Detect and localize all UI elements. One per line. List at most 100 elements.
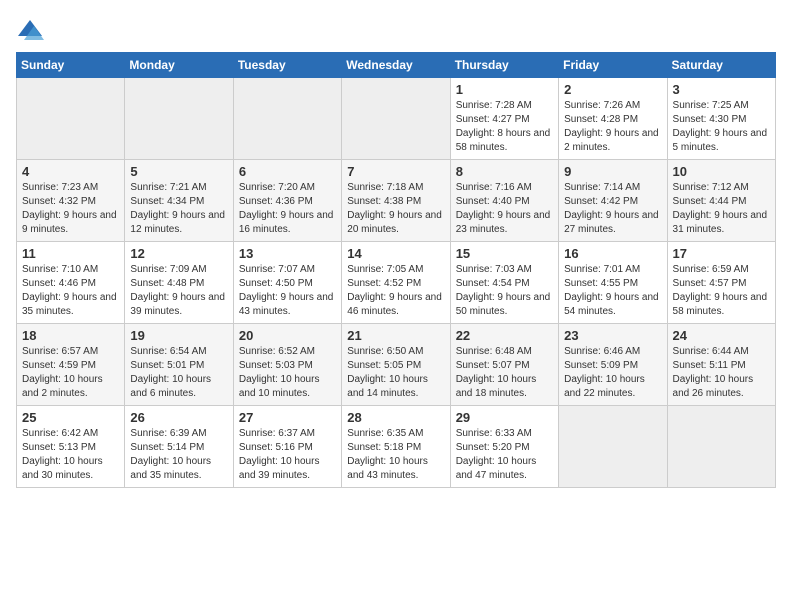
calendar-cell: 23 Sunrise: 6:46 AM Sunset: 5:09 PM Dayli… — [559, 324, 667, 406]
day-number: 17 — [673, 246, 770, 261]
calendar-week-row: 18 Sunrise: 6:57 AM Sunset: 4:59 PM Dayli… — [17, 324, 776, 406]
calendar-cell: 15 Sunrise: 7:03 AM Sunset: 4:54 PM Dayli… — [450, 242, 558, 324]
day-number: 6 — [239, 164, 336, 179]
calendar-cell: 25 Sunrise: 6:42 AM Sunset: 5:13 PM Dayli… — [17, 406, 125, 488]
calendar-week-row: 11 Sunrise: 7:10 AM Sunset: 4:46 PM Dayli… — [17, 242, 776, 324]
calendar-cell — [559, 406, 667, 488]
cell-info: Sunrise: 7:03 AM Sunset: 4:54 PM Dayligh… — [456, 263, 553, 319]
calendar-cell: 5 Sunrise: 7:21 AM Sunset: 4:34 PM Daylig… — [125, 160, 233, 242]
calendar-cell — [667, 406, 775, 488]
day-number: 15 — [456, 246, 553, 261]
calendar-cell — [342, 78, 450, 160]
calendar-cell: 16 Sunrise: 7:01 AM Sunset: 4:55 PM Dayli… — [559, 242, 667, 324]
calendar-table: SundayMondayTuesdayWednesdayThursdayFrid… — [16, 52, 776, 488]
cell-info: Sunrise: 6:33 AM Sunset: 5:20 PM Dayligh… — [456, 427, 553, 483]
cell-info: Sunrise: 7:09 AM Sunset: 4:48 PM Dayligh… — [130, 263, 227, 319]
calendar-body: 1 Sunrise: 7:28 AM Sunset: 4:27 PM Daylig… — [17, 78, 776, 488]
day-number: 26 — [130, 410, 227, 425]
day-number: 4 — [22, 164, 119, 179]
calendar-cell: 9 Sunrise: 7:14 AM Sunset: 4:42 PM Daylig… — [559, 160, 667, 242]
cell-info: Sunrise: 6:42 AM Sunset: 5:13 PM Dayligh… — [22, 427, 119, 483]
calendar-cell: 28 Sunrise: 6:35 AM Sunset: 5:18 PM Dayli… — [342, 406, 450, 488]
calendar-day-header: Thursday — [450, 53, 558, 78]
cell-info: Sunrise: 7:18 AM Sunset: 4:38 PM Dayligh… — [347, 181, 444, 237]
day-number: 3 — [673, 82, 770, 97]
cell-info: Sunrise: 7:23 AM Sunset: 4:32 PM Dayligh… — [22, 181, 119, 237]
cell-info: Sunrise: 6:59 AM Sunset: 4:57 PM Dayligh… — [673, 263, 770, 319]
calendar-cell: 7 Sunrise: 7:18 AM Sunset: 4:38 PM Daylig… — [342, 160, 450, 242]
cell-info: Sunrise: 7:26 AM Sunset: 4:28 PM Dayligh… — [564, 99, 661, 155]
logo-icon — [16, 16, 44, 44]
day-number: 5 — [130, 164, 227, 179]
day-number: 11 — [22, 246, 119, 261]
day-number: 20 — [239, 328, 336, 343]
calendar-cell — [125, 78, 233, 160]
cell-info: Sunrise: 7:20 AM Sunset: 4:36 PM Dayligh… — [239, 181, 336, 237]
calendar-cell — [17, 78, 125, 160]
calendar-cell: 2 Sunrise: 7:26 AM Sunset: 4:28 PM Daylig… — [559, 78, 667, 160]
cell-info: Sunrise: 6:52 AM Sunset: 5:03 PM Dayligh… — [239, 345, 336, 401]
day-number: 28 — [347, 410, 444, 425]
cell-info: Sunrise: 7:12 AM Sunset: 4:44 PM Dayligh… — [673, 181, 770, 237]
day-number: 9 — [564, 164, 661, 179]
calendar-header-row: SundayMondayTuesdayWednesdayThursdayFrid… — [17, 53, 776, 78]
calendar-cell: 10 Sunrise: 7:12 AM Sunset: 4:44 PM Dayli… — [667, 160, 775, 242]
cell-info: Sunrise: 7:10 AM Sunset: 4:46 PM Dayligh… — [22, 263, 119, 319]
calendar-week-row: 4 Sunrise: 7:23 AM Sunset: 4:32 PM Daylig… — [17, 160, 776, 242]
day-number: 29 — [456, 410, 553, 425]
calendar-cell: 19 Sunrise: 6:54 AM Sunset: 5:01 PM Dayli… — [125, 324, 233, 406]
day-number: 10 — [673, 164, 770, 179]
day-number: 16 — [564, 246, 661, 261]
cell-info: Sunrise: 7:14 AM Sunset: 4:42 PM Dayligh… — [564, 181, 661, 237]
day-number: 12 — [130, 246, 227, 261]
day-number: 2 — [564, 82, 661, 97]
cell-info: Sunrise: 6:50 AM Sunset: 5:05 PM Dayligh… — [347, 345, 444, 401]
calendar-cell: 1 Sunrise: 7:28 AM Sunset: 4:27 PM Daylig… — [450, 78, 558, 160]
cell-info: Sunrise: 7:16 AM Sunset: 4:40 PM Dayligh… — [456, 181, 553, 237]
cell-info: Sunrise: 7:28 AM Sunset: 4:27 PM Dayligh… — [456, 99, 553, 155]
calendar-cell: 20 Sunrise: 6:52 AM Sunset: 5:03 PM Dayli… — [233, 324, 341, 406]
calendar-cell: 22Sunrise: 6:48 AM Sunset: 5:07 PM Dayli… — [450, 324, 558, 406]
calendar-day-header: Sunday — [17, 53, 125, 78]
calendar-cell: 21 Sunrise: 6:50 AM Sunset: 5:05 PM Dayli… — [342, 324, 450, 406]
cell-info: Sunrise: 6:48 AM Sunset: 5:07 PM Dayligh… — [456, 345, 553, 401]
calendar-cell: 8 Sunrise: 7:16 AM Sunset: 4:40 PM Daylig… — [450, 160, 558, 242]
cell-info: Sunrise: 6:39 AM Sunset: 5:14 PM Dayligh… — [130, 427, 227, 483]
cell-info: Sunrise: 6:44 AM Sunset: 5:11 PM Dayligh… — [673, 345, 770, 401]
calendar-cell: 11 Sunrise: 7:10 AM Sunset: 4:46 PM Dayli… — [17, 242, 125, 324]
day-number: 8 — [456, 164, 553, 179]
calendar-cell: 13Sunrise: 7:07 AM Sunset: 4:50 PM Dayli… — [233, 242, 341, 324]
cell-info: Sunrise: 7:01 AM Sunset: 4:55 PM Dayligh… — [564, 263, 661, 319]
cell-info: Sunrise: 6:46 AM Sunset: 5:09 PM Dayligh… — [564, 345, 661, 401]
day-number: 21 — [347, 328, 444, 343]
calendar-week-row: 1 Sunrise: 7:28 AM Sunset: 4:27 PM Daylig… — [17, 78, 776, 160]
calendar-cell: 18 Sunrise: 6:57 AM Sunset: 4:59 PM Dayli… — [17, 324, 125, 406]
cell-info: Sunrise: 7:21 AM Sunset: 4:34 PM Dayligh… — [130, 181, 227, 237]
calendar-cell: 6 Sunrise: 7:20 AM Sunset: 4:36 PM Daylig… — [233, 160, 341, 242]
calendar-cell: 17 Sunrise: 6:59 AM Sunset: 4:57 PM Dayli… — [667, 242, 775, 324]
day-number: 23 — [564, 328, 661, 343]
calendar-cell — [233, 78, 341, 160]
logo — [16, 16, 48, 44]
calendar-day-header: Monday — [125, 53, 233, 78]
day-number: 1 — [456, 82, 553, 97]
calendar-cell: 4 Sunrise: 7:23 AM Sunset: 4:32 PM Daylig… — [17, 160, 125, 242]
cell-info: Sunrise: 7:05 AM Sunset: 4:52 PM Dayligh… — [347, 263, 444, 319]
calendar-day-header: Tuesday — [233, 53, 341, 78]
day-number: 19 — [130, 328, 227, 343]
calendar-cell: 3 Sunrise: 7:25 AM Sunset: 4:30 PM Daylig… — [667, 78, 775, 160]
calendar-cell: 24 Sunrise: 6:44 AM Sunset: 5:11 PM Dayli… — [667, 324, 775, 406]
day-number: 24 — [673, 328, 770, 343]
cell-info: Sunrise: 6:57 AM Sunset: 4:59 PM Dayligh… — [22, 345, 119, 401]
cell-info: Sunrise: 7:25 AM Sunset: 4:30 PM Dayligh… — [673, 99, 770, 155]
day-number: 27 — [239, 410, 336, 425]
calendar-day-header: Wednesday — [342, 53, 450, 78]
cell-info: Sunrise: 6:54 AM Sunset: 5:01 PM Dayligh… — [130, 345, 227, 401]
day-number: 18 — [22, 328, 119, 343]
calendar-day-header: Friday — [559, 53, 667, 78]
cell-info: Sunrise: 6:35 AM Sunset: 5:18 PM Dayligh… — [347, 427, 444, 483]
day-number: 25 — [22, 410, 119, 425]
cell-info: Sunrise: 6:37 AM Sunset: 5:16 PM Dayligh… — [239, 427, 336, 483]
calendar-cell: 27 Sunrise: 6:37 AM Sunset: 5:16 PM Dayli… — [233, 406, 341, 488]
day-number: 7 — [347, 164, 444, 179]
